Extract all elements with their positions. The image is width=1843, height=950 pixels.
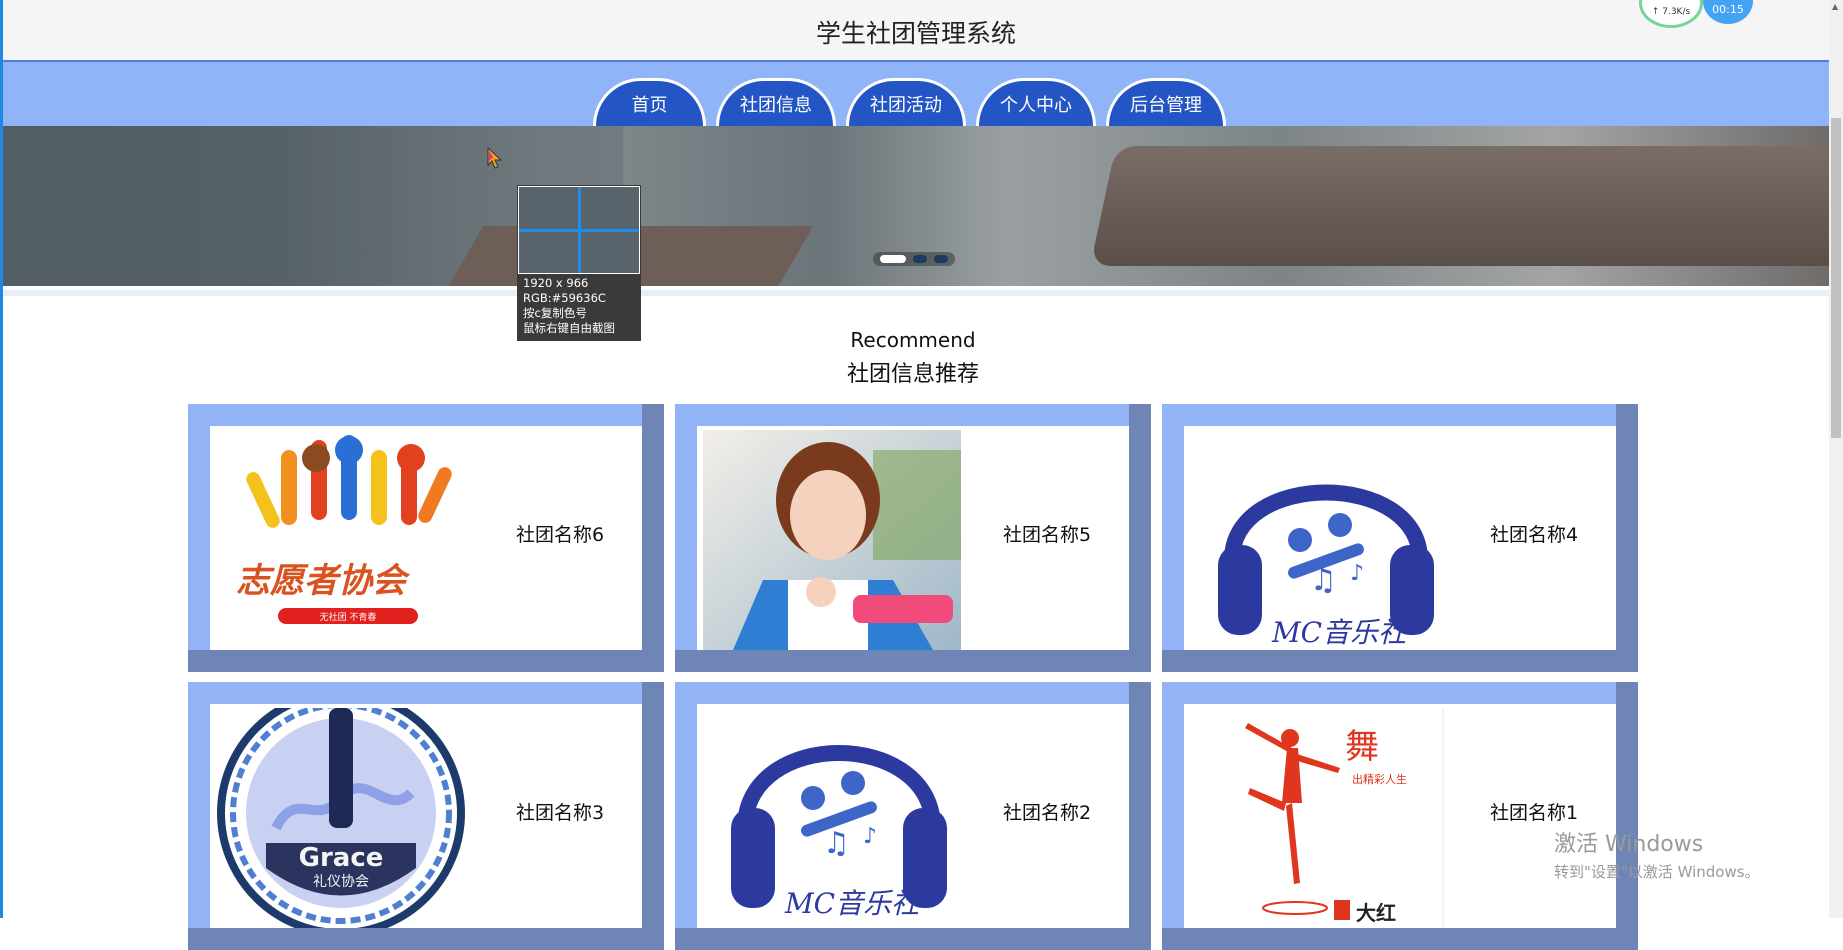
color-picker-rgb: RGB:#59636C [523, 291, 606, 305]
nav-tab-home[interactable]: 首页 [593, 78, 706, 126]
mouse-cursor-icon [487, 147, 503, 169]
carousel-dot-3[interactable] [934, 255, 949, 263]
club-name[interactable]: 社团名称3 [516, 798, 604, 825]
color-picker-magnifier [518, 186, 640, 274]
club-card[interactable]: 社团名称5 [675, 404, 1151, 672]
club-name[interactable]: 社团名称1 [1490, 798, 1578, 825]
club-logo-music-text: MC音乐社 [1271, 616, 1408, 649]
svg-text:♪: ♪ [863, 824, 877, 849]
club-logo-dance-sub: 出精彩人生 [1352, 772, 1407, 786]
recommend-title-cn: 社团信息推荐 [846, 362, 979, 387]
club-logo-volunteer-slogan: 无社团 不青春 [320, 611, 377, 623]
svg-text:♫: ♫ [823, 826, 850, 861]
windows-activation-watermark: 激活 Windows 转到"设置"以激活 Windows。 [1554, 826, 1760, 882]
nav-tab-personal-center[interactable]: 个人中心 [976, 78, 1096, 126]
recommend-title-en: Recommend [850, 328, 976, 352]
club-logo-dance-extra: 大红 [1356, 901, 1396, 925]
carousel-indicators [873, 252, 955, 266]
site-title: 学生社团管理系统 [815, 19, 1016, 48]
club-card[interactable]: ♫ ♪ MC音乐社 社团名称4 [1162, 404, 1638, 672]
timer-text: 00:15 [1712, 3, 1744, 16]
watermark-line2: 转到"设置"以激活 Windows。 [1554, 863, 1760, 881]
scroll-up-arrow-icon[interactable]: ▲ [1832, 2, 1838, 11]
nav-tab-club-activities[interactable]: 社团活动 [846, 78, 966, 126]
svg-text:♪: ♪ [1350, 561, 1364, 586]
club-name[interactable]: 社团名称6 [516, 520, 604, 547]
carousel-dot-2[interactable] [912, 255, 927, 263]
nav-tab-club-info[interactable]: 社团信息 [716, 78, 836, 126]
svg-text:♫: ♫ [1310, 563, 1337, 598]
club-logo-dance: 舞 出精彩人生 大红 [1190, 708, 1448, 928]
nav-tab-admin[interactable]: 后台管理 [1106, 78, 1226, 126]
club-photo-cosplay [703, 430, 961, 650]
club-logo-etiquette: Grace 礼仪协会 [216, 708, 474, 928]
club-logo-music: ♫ ♪ MC音乐社 [1190, 430, 1448, 650]
club-logo-volunteer: 志愿者协会 无社团 不青春 [216, 430, 474, 650]
page-scrollbar[interactable]: ▲ [1829, 0, 1843, 918]
club-card[interactable]: 志愿者协会 无社团 不青春 社团名称6 [188, 404, 664, 672]
club-name[interactable]: 社团名称2 [1003, 798, 1091, 825]
scrollbar-thumb[interactable] [1831, 118, 1841, 438]
banner-divider [3, 290, 1829, 296]
club-logo-etiquette-text: Grace [299, 843, 384, 873]
club-logo-dance-text: 舞 [1345, 727, 1379, 767]
club-card[interactable]: ♫ ♪ MC音乐社 社团名称2 [675, 682, 1151, 950]
carousel-dot-1[interactable] [879, 255, 906, 263]
club-logo-music-text: MC音乐社 [784, 887, 921, 920]
club-name[interactable]: 社团名称4 [1490, 520, 1578, 547]
club-name[interactable]: 社团名称5 [1003, 520, 1091, 547]
club-card[interactable]: 舞 出精彩人生 大红 社团名称1 [1162, 682, 1638, 950]
banner-carousel[interactable] [3, 126, 1829, 286]
banner-image-desk [1090, 146, 1829, 266]
color-picker-size: 1920 x 966 [523, 276, 589, 290]
net-speed-text: ↑ 7.3K/s [1651, 7, 1691, 17]
site-header: 学生社团管理系统 ↑ 7.3K/s 00:15 [3, 0, 1829, 62]
club-logo-music: ♫ ♪ MC音乐社 [703, 708, 961, 928]
club-card[interactable]: Grace 礼仪协会 社团名称3 [188, 682, 664, 950]
color-picker-hint-copy: 按c复制色号 [523, 306, 587, 320]
watermark-line1: 激活 Windows [1554, 832, 1704, 857]
color-picker-overlay: 1920 x 966 RGB:#59636C 按c复制色号 鼠标右键自由截图 [517, 185, 641, 341]
main-nav: 首页 社团信息 社团活动 个人中心 后台管理 [3, 62, 1829, 126]
club-logo-etiquette-sub: 礼仪协会 [313, 874, 369, 890]
club-logo-volunteer-text: 志愿者协会 [236, 561, 411, 601]
